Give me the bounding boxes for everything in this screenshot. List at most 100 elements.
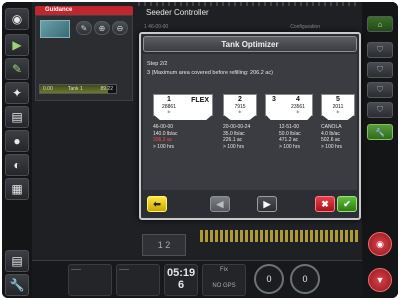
- dialog-footer: ⬅ ◀ ▶ ✖ ✔: [143, 192, 357, 218]
- tank-5-rate: 4.0 lb/ac: [321, 130, 340, 137]
- guidance-panel: ✎ ⊕ ⊖ 0.00 Tank 1 89.22: [35, 15, 133, 101]
- gauge-1-value: 0: [266, 274, 272, 284]
- tank-4-time: > 100 hrs: [279, 143, 300, 150]
- sensor-icon[interactable]: ◐: [5, 154, 29, 176]
- bulb-icon[interactable]: ●: [5, 130, 29, 152]
- sub-header-right: Configuration: [290, 24, 320, 30]
- status-bar: ----- ----- 05:19 6 Fix NO GPS 0 0: [32, 260, 362, 298]
- step-description: 3 (Maximum area covered before refilling…: [147, 70, 273, 76]
- wrench-icon[interactable]: 🔧: [367, 124, 393, 140]
- triangle-left-icon: ◀: [216, 198, 224, 209]
- dialog-body: Step 2/2 3 (Maximum area covered before …: [143, 54, 357, 190]
- tank-4-rate: 50.0 lb/ac: [279, 130, 301, 137]
- tank-2-badge: 2 7915 lb: [223, 94, 257, 116]
- gps-cell: Fix NO GPS: [202, 264, 246, 296]
- tank-2-unit: lb: [238, 110, 242, 114]
- map-thumbnail[interactable]: [40, 20, 70, 38]
- tank-2[interactable]: 2 7915 lb 20-00-00-24 35.0 lb/ac 226.1 a…: [223, 94, 257, 184]
- tank-2-time: > 100 hrs: [223, 143, 244, 150]
- clock: 05:19: [167, 267, 196, 279]
- tank-5-time: > 100 hrs: [321, 143, 342, 150]
- arrow-left-icon: ⬅: [153, 198, 161, 209]
- menu-icon[interactable]: ▤: [5, 250, 29, 272]
- speed-gauge: 0: [254, 264, 284, 294]
- x-icon: ✖: [321, 198, 329, 209]
- tank-4-id: 4: [296, 96, 300, 103]
- tank-5-product: CANOLA: [321, 124, 342, 130]
- rpm-gauge: 0: [290, 264, 320, 294]
- gauge-2-value: 0: [302, 274, 308, 284]
- app-title: Seeder Controller: [138, 6, 360, 20]
- tank-1-id: 1: [167, 96, 171, 103]
- guidance-tab-label: Guidance: [45, 7, 73, 13]
- cancel-button[interactable]: ✖: [315, 196, 335, 212]
- clock-cell: 05:19 6: [164, 264, 198, 296]
- shield-icon[interactable]: ⛉: [367, 82, 393, 98]
- tank-1-product: 46-00-00: [153, 124, 174, 130]
- triangle-right-icon: ▶: [263, 198, 271, 209]
- home-icon[interactable]: ⌂: [367, 16, 393, 32]
- implement-icon: 1 2: [142, 234, 186, 256]
- sub-header-left: 1 46-00-00: [144, 24, 169, 30]
- next-button[interactable]: ▶: [257, 196, 277, 212]
- tank-1-area: 206.2 ac: [153, 137, 173, 144]
- pen-icon[interactable]: ✎: [5, 58, 29, 80]
- right-toolbar: ⌂ ⛉ ⛉ ⛉ ⛉ 🔧 ◉ ▼: [362, 2, 398, 298]
- tank-bar-value: 89.22: [100, 86, 113, 92]
- tank-2-area: 226.1 ac: [223, 137, 243, 144]
- wrench-icon[interactable]: 🔧: [5, 274, 29, 296]
- tank-2-id: 2: [238, 96, 242, 103]
- tool-icon[interactable]: ✦: [5, 82, 29, 104]
- tank-bar-label: Tank 1: [68, 86, 83, 92]
- tank-1-badge: 1 28861 lb FLEX: [153, 94, 213, 116]
- previous-button[interactable]: ◀: [210, 196, 230, 212]
- emergency-icon[interactable]: ▼: [368, 268, 392, 292]
- shield-icon[interactable]: ⛉: [367, 42, 393, 58]
- pen-icon[interactable]: ✎: [76, 21, 92, 35]
- left-toolbar: ◉ ▶ ✎ ✦ ▤ ● ◐ ▦ ▤ 🔧: [2, 2, 32, 298]
- tank-4-area: 471.2 ac: [279, 137, 299, 144]
- tank-1-time: > 100 hrs: [153, 143, 174, 150]
- tank-bar-min: 0.00: [43, 86, 53, 92]
- zoom-in-icon[interactable]: ⊕: [94, 21, 110, 35]
- shield-icon[interactable]: ⛉: [367, 62, 393, 78]
- tank-4-product: 12-51-00: [279, 124, 300, 130]
- tank-optimizer-dialog: Tank Optimizer Step 2/2 3 (Maximum area …: [139, 32, 361, 220]
- rate-cell-1[interactable]: -----: [68, 264, 112, 296]
- tank-3-id: 3: [272, 96, 276, 103]
- back-button[interactable]: ⬅: [147, 196, 167, 212]
- tank-3-4[interactable]: 3 4 23561 lb 12-51-00 50.0 lb/ac 471.2 a…: [265, 94, 313, 184]
- tank-3-4-badge: 3 4 23561 lb: [265, 94, 313, 116]
- checkmark-icon: ✔: [343, 198, 351, 209]
- confirm-button[interactable]: ✔: [337, 196, 357, 212]
- tank-5[interactable]: 5 2011 lb CANOLA 4.0 lb/ac 502.6 ac > 10…: [321, 94, 355, 184]
- shield-icon[interactable]: ⛉: [367, 102, 393, 118]
- zoom-out-icon[interactable]: ⊖: [112, 21, 128, 35]
- play-icon[interactable]: ▶: [5, 34, 29, 56]
- tank-1[interactable]: 1 28861 lb FLEX 46-00-00 140.0 lb/ac 206…: [153, 94, 213, 184]
- rate-cell-2[interactable]: -----: [116, 264, 160, 296]
- tank-5-id: 5: [336, 96, 340, 103]
- sub-header: 1 46-00-00 Configuration: [138, 22, 360, 32]
- tank-1-unit: lb: [167, 110, 171, 114]
- field-right: 2: [165, 240, 171, 250]
- logo-button[interactable]: ◉: [5, 8, 29, 30]
- tank-5-area: 502.6 ac: [321, 137, 341, 144]
- tank-1-flex-label: FLEX: [191, 97, 209, 104]
- document-icon[interactable]: ▤: [5, 106, 29, 128]
- tank-4-unit: lb: [296, 110, 300, 114]
- film-icon[interactable]: ▦: [5, 178, 29, 200]
- display-screen: ◉ ▶ ✎ ✦ ▤ ● ◐ ▦ ▤ 🔧 Guidance ✎ ⊕ ⊖ 0.00 …: [2, 2, 398, 298]
- tank-level-bar: 0.00 Tank 1 89.22: [39, 84, 117, 94]
- dialog-title: Tank Optimizer: [143, 36, 357, 52]
- field-left: 1: [157, 240, 163, 250]
- field-coverage-strip: [200, 230, 360, 242]
- tank-2-product: 20-00-00-24: [223, 124, 251, 130]
- fix-label: Fix: [220, 267, 228, 273]
- alarm-button[interactable]: ◉: [368, 232, 392, 256]
- step-label: Step 2/2: [147, 61, 168, 67]
- tank-1-rate: 140.0 lb/ac: [153, 130, 178, 137]
- tank-2-rate: 35.0 lb/ac: [223, 130, 245, 137]
- fix-count: 6: [177, 279, 185, 291]
- guidance-tab[interactable]: Guidance: [35, 6, 133, 15]
